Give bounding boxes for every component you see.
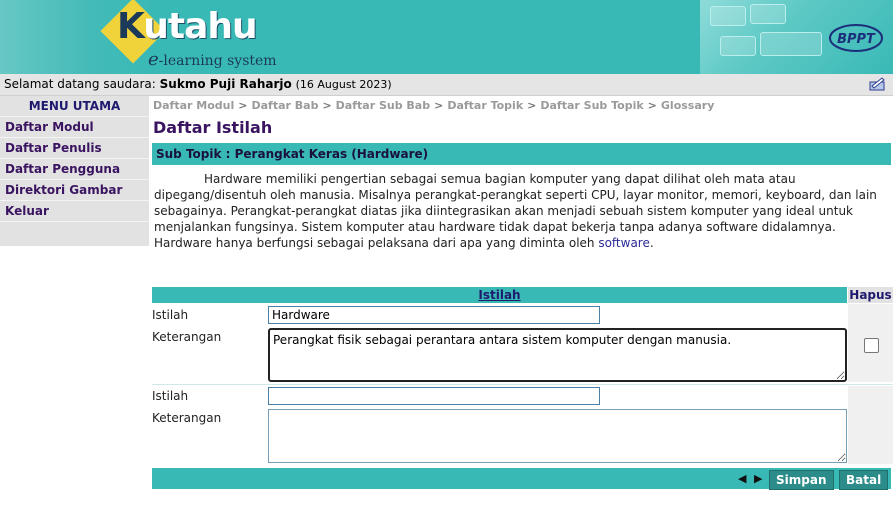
table-header-istilah[interactable]: Istilah: [152, 287, 847, 303]
welcome-text: Selamat datang saudara: Sukmo Puji Rahar…: [4, 77, 392, 91]
software-link[interactable]: software: [598, 236, 650, 250]
keterangan-textarea-new[interactable]: [268, 409, 847, 463]
breadcrumb-daftar-modul[interactable]: Daftar Modul: [153, 99, 234, 112]
breadcrumb-daftar-topik[interactable]: Daftar Topik: [447, 99, 523, 112]
istilah-label: Istilah: [152, 308, 189, 322]
sidebar-item-daftar-penulis[interactable]: Daftar Penulis: [0, 138, 149, 159]
breadcrumb-daftar-sub-bab[interactable]: Daftar Sub Bab: [336, 99, 430, 112]
hapus-cell: [848, 386, 893, 464]
istilah-input[interactable]: [268, 306, 600, 324]
istilah-input-new[interactable]: [268, 387, 600, 405]
subtopic-label: Sub Topik : Perangkat Keras (Hardware): [156, 147, 429, 161]
sidebar-item-daftar-pengguna[interactable]: Daftar Pengguna: [0, 159, 149, 180]
keterangan-textarea[interactable]: Perangkat fisik sebagai perantara antara…: [268, 328, 847, 382]
user-name: Sukmo Puji Raharjo: [159, 77, 292, 91]
breadcrumb: Daftar Modul > Daftar Bab > Daftar Sub Bab > D…: [153, 99, 715, 112]
breadcrumb-glossary: Glossary: [660, 99, 715, 112]
logo: Kutahu: [117, 6, 258, 47]
save-button[interactable]: Simpan: [769, 470, 834, 490]
login-date: (16 August 2023): [295, 78, 392, 91]
cancel-button[interactable]: Batal: [839, 470, 889, 490]
topic-description: Hardware memiliki pengertian sebagai sem…: [154, 172, 877, 250]
menu-title: MENU UTAMA: [0, 96, 149, 117]
table-header-hapus: Hapus: [848, 287, 893, 303]
row-divider: [152, 384, 893, 385]
welcome-bar: Selamat datang saudara: Sukmo Puji Rahar…: [0, 74, 893, 96]
sidebar-item-keluar[interactable]: Keluar: [0, 201, 149, 222]
edit-icon[interactable]: [868, 76, 886, 92]
subtopic-bar: Sub Topik : Perangkat Keras (Hardware): [152, 143, 891, 165]
sidebar: MENU UTAMA Daftar Modul Daftar Penulis D…: [0, 96, 149, 246]
sidebar-item-daftar-modul[interactable]: Daftar Modul: [0, 117, 149, 138]
nav-arrows-icon[interactable]: ◀ ▶: [738, 472, 764, 485]
breadcrumb-daftar-bab[interactable]: Daftar Bab: [251, 99, 318, 112]
svg-text:BPPT: BPPT: [837, 32, 876, 47]
breadcrumb-daftar-sub-topik[interactable]: Daftar Sub Topik: [540, 99, 643, 112]
keterangan-label: Keterangan: [152, 411, 222, 425]
keterangan-label: Keterangan: [152, 330, 222, 344]
logo-subtitle: e-learning system: [148, 49, 277, 70]
sidebar-item-direktori-gambar[interactable]: Direktori Gambar: [0, 180, 149, 201]
page-title: Daftar Istilah: [153, 118, 273, 137]
header-banner: Kutahu e-learning system BPPT: [0, 0, 893, 74]
bppt-logo: BPPT: [829, 24, 883, 52]
istilah-label: Istilah: [152, 389, 189, 403]
hapus-checkbox[interactable]: [864, 338, 879, 353]
